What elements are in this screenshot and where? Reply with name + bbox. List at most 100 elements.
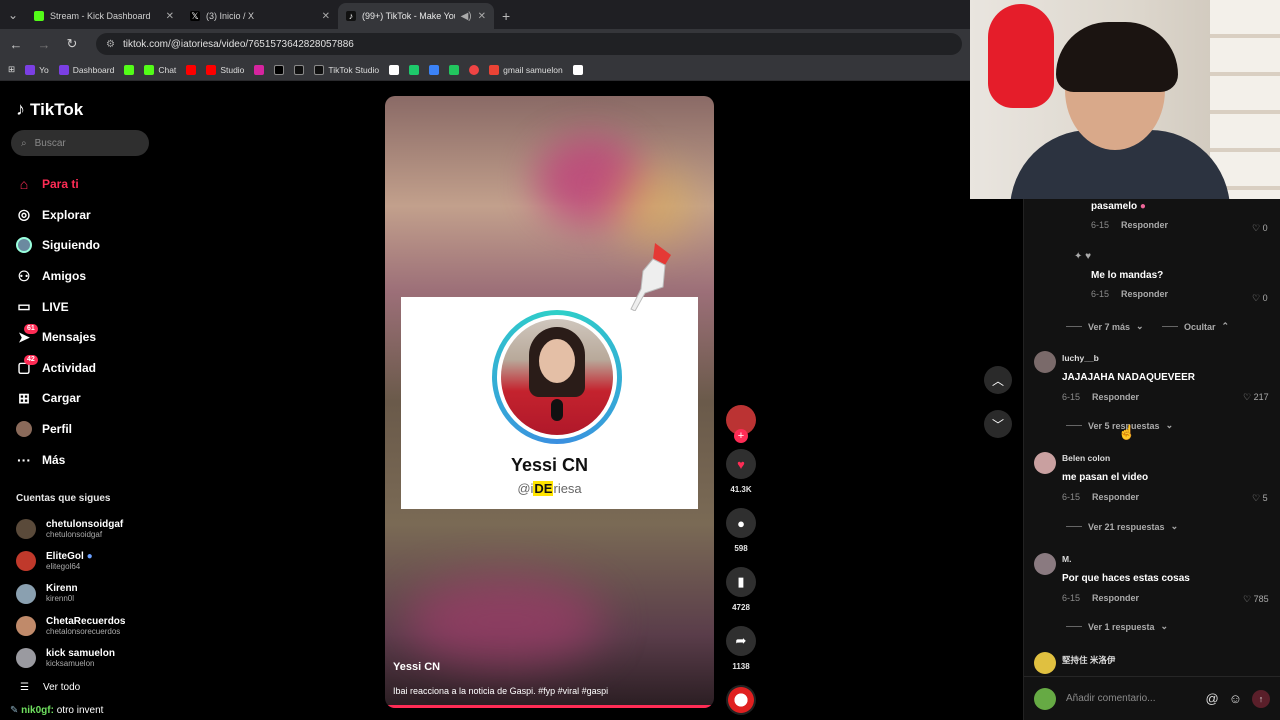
bookmark-x[interactable] (274, 64, 285, 75)
new-tab-button[interactable]: + (502, 3, 510, 29)
save-action[interactable]: ▮ 4728 (724, 567, 758, 612)
view-replies[interactable]: Ver 21 respuestas ⌄ (1066, 521, 1178, 532)
avatar[interactable] (1034, 351, 1056, 373)
sidebar-item-live[interactable]: ▭ LIVE (16, 291, 100, 322)
sidebar-item-mas[interactable]: ··· Más (16, 444, 100, 475)
bookmark-instagram[interactable] (254, 64, 265, 75)
tab-tiktok[interactable]: ♪ (99+) TikTok - Make Your Da ◀) ✕ (338, 3, 494, 29)
music-disc-icon[interactable] (726, 685, 756, 715)
avatar[interactable] (1034, 652, 1056, 674)
next-video-button[interactable]: ﹀ (984, 410, 1012, 438)
bookmark-misc-1[interactable] (389, 64, 400, 75)
bookmark-gmail[interactable]: gmail samuelon (489, 64, 563, 75)
bookmark-youtube[interactable] (186, 64, 197, 75)
youtube-icon (186, 64, 197, 75)
tab-kick-dashboard[interactable]: Stream - Kick Dashboard ✕ (26, 3, 182, 29)
bookmark-misc-3[interactable] (429, 64, 440, 75)
comment-like[interactable]: ♡ 5 (1252, 493, 1268, 504)
video-player[interactable]: Yessi CN @iDEriesa Yessi CN Ibai reaccio… (385, 96, 714, 708)
reply-button[interactable]: Responder (1092, 492, 1139, 502)
video-progress-bar[interactable] (385, 705, 714, 708)
handle-part: @i (517, 481, 534, 496)
sidebar-item-amigos[interactable]: ⚇ Amigos (16, 261, 100, 292)
like-action[interactable]: ♥ 41.3K (724, 449, 758, 494)
tiktok-logo[interactable]: ♪ TikTok (16, 99, 83, 120)
reply-button[interactable]: Responder (1092, 593, 1139, 603)
video-author[interactable]: Yessi CN (393, 661, 440, 673)
comment-author[interactable]: 堅持住 米洛伊 (1062, 654, 1115, 666)
previous-video-button[interactable]: ︿ (984, 366, 1012, 394)
comment-author[interactable]: Belen colon (1062, 453, 1148, 463)
sidebar-item-actividad[interactable]: ▢ 42 Actividad (16, 353, 100, 384)
tab-x-home[interactable]: 𝕏 (3) Inicio / X ✕ (182, 3, 338, 29)
hide-replies[interactable]: Ocultar ⌃ (1162, 321, 1229, 332)
bookmark-misc-6[interactable] (572, 64, 583, 75)
reply-button[interactable]: Responder (1121, 220, 1168, 230)
bookmark-chat[interactable]: Chat (144, 64, 176, 75)
profile-card: Yessi CN @iDEriesa (401, 297, 698, 509)
bookmark-misc-4[interactable] (449, 64, 460, 75)
bookmark-misc-2[interactable] (409, 64, 420, 75)
comment-like[interactable]: ♡ 217 (1243, 392, 1269, 403)
share-icon[interactable]: ➦ (726, 626, 756, 656)
close-icon[interactable]: ✕ (322, 11, 330, 22)
speaker-icon[interactable]: ◀) (461, 11, 472, 22)
apps-icon[interactable]: ⊞ (8, 64, 15, 75)
site-info-icon[interactable]: ⚙ (106, 39, 115, 50)
bookmark-tiktok-studio[interactable]: TikTok Studio (314, 64, 379, 75)
url-field[interactable]: ⚙ tiktok.com/@iatoriesa/video/7651573642… (96, 33, 962, 55)
following-item[interactable]: Kirenn kirenn0l (16, 578, 125, 610)
search-input[interactable]: ⌕ Buscar (11, 130, 149, 156)
following-item[interactable]: EliteGol ● elitegol64 (16, 545, 125, 577)
heart-icon[interactable]: ♥ (726, 449, 756, 479)
tab-title: Stream - Kick Dashboard (50, 11, 151, 21)
avatar[interactable] (1034, 553, 1056, 575)
comment-icon[interactable]: ● (726, 508, 756, 538)
avatar[interactable] (1034, 452, 1056, 474)
following-handle: chetulonsoidgaf (46, 529, 103, 539)
view-replies[interactable]: Ver 1 respuesta ⌄ (1066, 621, 1168, 632)
reply-button[interactable]: Responder (1092, 392, 1139, 402)
bookmark-studio[interactable]: Studio (206, 64, 244, 75)
bookmark-tiktok[interactable] (294, 64, 305, 75)
sidebar-item-para-ti[interactable]: ⌂ Para ti (16, 169, 100, 200)
sidebar-item-explorar[interactable]: ◎ Explorar (16, 200, 100, 231)
following-item[interactable]: kick samuelon kicksamuelon (16, 642, 125, 674)
see-all-link[interactable]: ☰ Ver todo (20, 682, 80, 693)
comment-like[interactable]: ♡ 785 (1243, 594, 1269, 605)
reload-icon[interactable]: ↻ (64, 36, 80, 52)
bookmark-misc-5[interactable] (469, 64, 480, 75)
sidebar-item-cargar[interactable]: ⊞ Cargar (16, 383, 100, 414)
comment-action[interactable]: ● 598 (724, 508, 758, 553)
forward-icon[interactable]: → (36, 37, 52, 52)
comment-author[interactable]: luchy__b (1062, 353, 1195, 363)
browser-tab-bar: ⌄ Stream - Kick Dashboard ✕ 𝕏 (3) Inicio… (0, 0, 970, 29)
profile-icon (16, 421, 32, 438)
following-item[interactable]: chetulonsoidgaf chetulonsoidgaf (16, 513, 125, 545)
emoji-icon[interactable]: ☺ (1229, 691, 1242, 706)
view-more-replies[interactable]: Ver 7 más ⌄ (1066, 321, 1144, 332)
mention-icon[interactable]: @ (1206, 691, 1219, 706)
comment-input[interactable]: Añadir comentario... (1066, 693, 1196, 704)
following-icon (16, 237, 32, 254)
comment-author[interactable]: M. (1062, 554, 1190, 564)
send-button[interactable]: ↑ (1252, 689, 1270, 708)
reply-button[interactable]: Responder (1121, 289, 1168, 299)
following-item[interactable]: ChetaRecuerdos chetalonsorecuerdos (16, 610, 125, 642)
close-icon[interactable]: ✕ (478, 11, 486, 22)
comment-like[interactable]: ♡ 0 (1252, 223, 1268, 234)
tab-search-icon[interactable]: ⌄ (0, 0, 26, 29)
follow-plus-icon[interactable]: + (734, 429, 748, 443)
sidebar-item-perfil[interactable]: Perfil (16, 414, 100, 445)
bookmark-yo[interactable]: Yo (25, 64, 49, 75)
sidebar-item-siguiendo[interactable]: Siguiendo (16, 230, 100, 261)
comment-like[interactable]: ♡ 0 (1252, 293, 1268, 304)
sidebar-item-mensajes[interactable]: ➤ 61 Mensajes (16, 322, 100, 353)
bookmark-kick[interactable] (124, 64, 135, 75)
share-action[interactable]: ➦ 1138 (724, 626, 758, 671)
bookmark-dashboard[interactable]: Dashboard (58, 64, 114, 75)
bookmark-icon[interactable]: ▮ (726, 567, 756, 597)
creator-avatar[interactable]: + (726, 405, 756, 443)
close-icon[interactable]: ✕ (166, 11, 174, 22)
back-icon[interactable]: ← (8, 37, 24, 52)
